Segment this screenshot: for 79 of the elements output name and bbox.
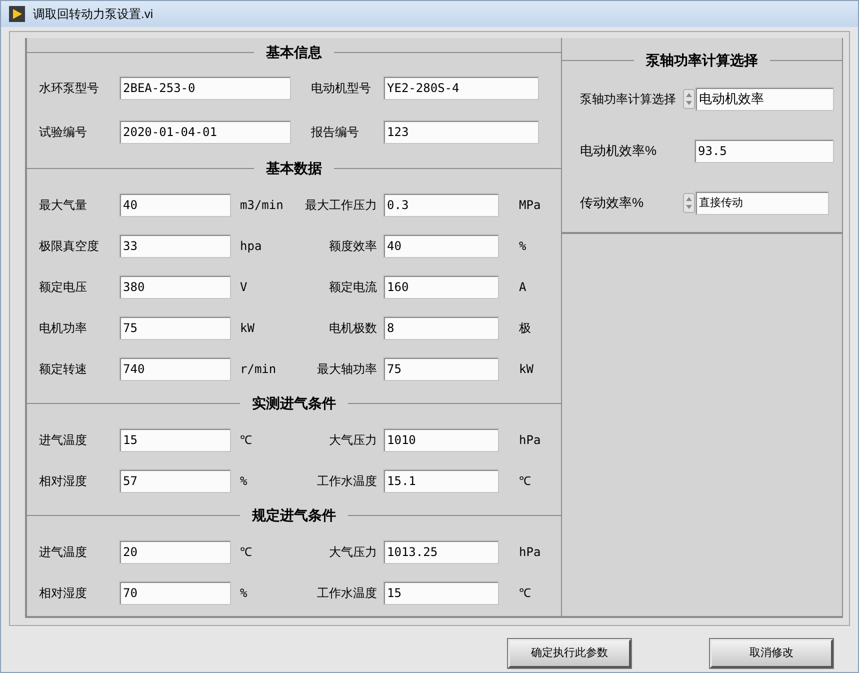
field-label: 最大轴功率	[317, 360, 377, 378]
input-field[interactable]: 15	[119, 428, 231, 452]
field-label: 额定转速	[39, 360, 88, 378]
input-field[interactable]: 70	[119, 580, 231, 604]
app-icon	[9, 6, 25, 22]
field-label: 工作水温度	[317, 584, 377, 602]
input-field[interactable]: 20	[119, 540, 231, 564]
input-field[interactable]: 380	[119, 274, 231, 298]
input-field[interactable]: 75	[119, 316, 231, 340]
input-field[interactable]: 740	[119, 356, 231, 380]
field-label: 电机功率	[39, 320, 88, 336]
input-field[interactable]: 93.5	[694, 139, 834, 163]
unit-label: kW	[240, 320, 254, 334]
field-label: 最大气量	[39, 196, 88, 214]
input-field[interactable]: 直接传动	[695, 191, 829, 215]
section-heading: 规定进气条件	[250, 506, 337, 524]
field-label: 进气温度	[39, 544, 88, 560]
unit-label: %	[240, 586, 248, 600]
input-field[interactable]: 2020-01-04-01	[119, 120, 291, 144]
unit-label: r/min	[240, 362, 276, 376]
spinner-arrows-icon[interactable]	[683, 89, 695, 109]
input-field[interactable]: 1010	[383, 428, 499, 452]
field-label: 泵轴功率计算选择	[580, 91, 677, 108]
button[interactable]: 确定执行此参数	[508, 638, 631, 668]
input-field[interactable]: 0.3	[383, 192, 499, 216]
unit-label: kW	[519, 362, 534, 376]
field-label: 极限真空度	[39, 238, 100, 254]
section-heading: 基本数据	[265, 158, 323, 178]
unit-label: A	[519, 280, 526, 294]
field-label: 相对湿度	[39, 472, 88, 490]
field-label: 工作水温度	[317, 472, 377, 490]
field-label: 额定电流	[329, 278, 377, 296]
window-title: 调取回转动力泵设置.vi	[33, 6, 153, 23]
field-label: 最大工作压力	[305, 196, 377, 214]
field-label: 大气压力	[329, 432, 377, 448]
input-field[interactable]: 1013.25	[383, 540, 499, 564]
input-field[interactable]: 75	[383, 356, 499, 380]
unit-label: 极	[519, 320, 531, 334]
unit-label: MPa	[519, 198, 541, 212]
field-label: 大气压力	[329, 544, 377, 560]
input-field[interactable]: 40	[119, 192, 231, 216]
input-field[interactable]: 2BEA-253-0	[119, 76, 291, 100]
input-field[interactable]: 电动机效率	[695, 87, 834, 111]
spinner-arrows-icon[interactable]	[683, 193, 695, 213]
field-label: 额定电压	[39, 278, 88, 296]
unit-label: ℃	[519, 474, 531, 488]
unit-label: %	[240, 474, 248, 488]
unit-label: V	[240, 280, 248, 294]
input-field[interactable]: 160	[383, 274, 499, 298]
field-label: 试验编号	[39, 124, 88, 141]
field-label: 额度效率	[329, 238, 377, 254]
unit-label: %	[519, 238, 526, 252]
field-label: 报告编号	[311, 125, 359, 139]
unit-label: m3/min	[240, 198, 284, 212]
input-field[interactable]: 15	[383, 580, 499, 604]
section-heading: 泵轴功率计算选择	[644, 50, 759, 70]
field-label: 电动机型号	[311, 81, 371, 95]
field-label: 传动效率%	[580, 194, 645, 212]
field-label: 进气温度	[39, 432, 88, 448]
unit-label: ℃	[519, 586, 531, 600]
input-field[interactable]: 15.1	[383, 468, 499, 492]
field-label: 电动机效率%	[580, 142, 658, 160]
field-label: 水环泵型号	[39, 80, 100, 97]
field-label: 电机极数	[329, 320, 377, 336]
input-field[interactable]: 8	[383, 316, 499, 340]
section-heading: 实测进气条件	[251, 394, 337, 412]
unit-label: hpa	[240, 238, 262, 252]
unit-label: hPa	[519, 432, 541, 446]
button[interactable]: 取消修改	[710, 638, 833, 668]
input-field[interactable]: 33	[119, 234, 231, 258]
input-field[interactable]: YE2-280S-4	[383, 76, 539, 100]
section-heading: 基本信息	[265, 42, 323, 62]
unit-label: ℃	[240, 544, 252, 558]
input-field[interactable]: 40	[383, 234, 499, 258]
input-field[interactable]: 123	[383, 120, 539, 144]
field-label: 相对湿度	[39, 584, 88, 602]
unit-label: ℃	[240, 432, 252, 446]
input-field[interactable]: 57	[119, 468, 231, 492]
unit-label: hPa	[519, 544, 541, 558]
